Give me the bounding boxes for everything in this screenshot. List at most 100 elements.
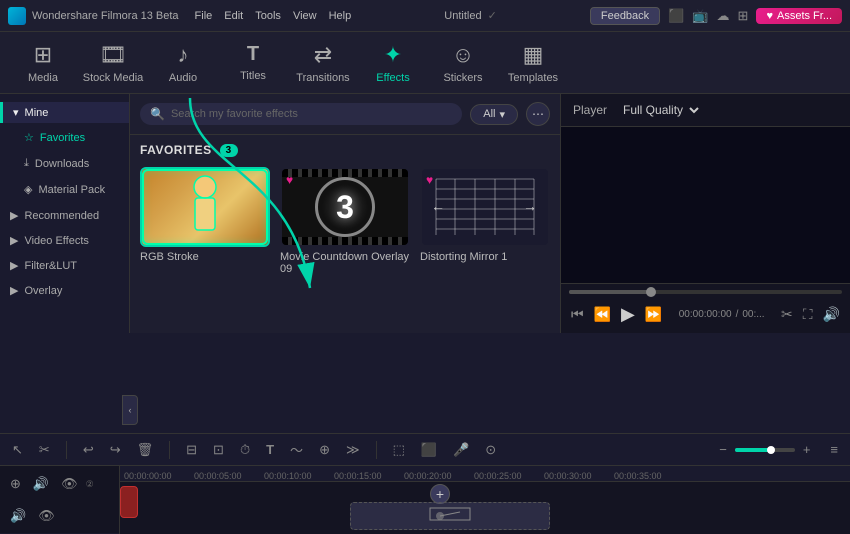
- tl-settings-icon[interactable]: ≡: [826, 440, 842, 459]
- sidebar-mine[interactable]: ▾ Mine: [0, 102, 129, 123]
- tl-snap-icon[interactable]: ⊕: [315, 440, 334, 460]
- effects-icon: ✦: [384, 42, 402, 68]
- effect-thumb-countdown[interactable]: 3 ♥: [280, 167, 410, 247]
- volume-icon[interactable]: 🔊: [821, 304, 842, 325]
- step-back-icon[interactable]: ⏪: [592, 304, 613, 325]
- sidebar-item-favorites[interactable]: ☆ Favorites: [4, 125, 125, 150]
- tl-clip-icon[interactable]: ⬛: [417, 440, 441, 460]
- collapse-sidebar-button[interactable]: ‹: [122, 395, 138, 425]
- track-vol-icon[interactable]: 🔊: [29, 474, 53, 494]
- tl-split-icon[interactable]: ⊟: [182, 440, 201, 460]
- menu-view[interactable]: View: [293, 10, 317, 22]
- left-controls: ⏮ ⏪ ▶ ⏩: [569, 302, 664, 327]
- app-logo: Wondershare Filmora 13 Beta: [8, 7, 179, 25]
- tl-curve-icon[interactable]: 〜: [286, 438, 307, 461]
- sidebar-mine-label: Mine: [25, 107, 49, 119]
- filter-button[interactable]: All ▾: [470, 104, 518, 125]
- sidebar-recommended[interactable]: ▶ Recommended: [0, 203, 129, 228]
- monitor-icon[interactable]: ⬛: [668, 8, 684, 24]
- timeline-content: ⊕ 🔊 👁 ② 🔊 👁 00:00:00:00 00:00:05:00 00:0…: [0, 466, 850, 534]
- feedback-button[interactable]: Feedback: [590, 7, 660, 25]
- tl-delete-icon[interactable]: 🗑: [133, 440, 158, 460]
- fullscreen-icon[interactable]: ⛶: [801, 304, 815, 325]
- play-icon[interactable]: ▶: [619, 302, 637, 327]
- distort-bg: ← → ♥: [422, 169, 548, 245]
- skip-back-icon[interactable]: ⏮: [569, 304, 586, 325]
- effect-thumb-distort[interactable]: ← → ♥: [420, 167, 550, 247]
- effect-label-distort: Distorting Mirror 1: [420, 251, 550, 263]
- menu-help[interactable]: Help: [329, 10, 352, 22]
- zoom-out-icon[interactable]: −: [715, 440, 731, 459]
- effect-card-countdown[interactable]: 3 ♥ Movie Countdown Overlay 09: [280, 167, 410, 275]
- cloud-icon[interactable]: ☁: [717, 8, 730, 24]
- toolbar-stock-label: Stock Media: [83, 72, 144, 84]
- ghost-clip[interactable]: [350, 502, 550, 530]
- tl-speed-icon[interactable]: ⏱: [236, 440, 254, 460]
- toolbar-templates[interactable]: ▦ Templates: [498, 35, 568, 91]
- menu-bar: File Edit Tools View Help: [195, 10, 352, 22]
- effect-card-rgb[interactable]: RGB Stroke: [140, 167, 270, 275]
- track-number: ②: [86, 479, 94, 490]
- menu-file[interactable]: File: [195, 10, 213, 22]
- filter-label: All: [483, 108, 495, 120]
- tl-redo-icon[interactable]: ↪: [106, 440, 125, 460]
- track2-eye-icon[interactable]: 👁: [34, 506, 59, 526]
- quality-select[interactable]: Full Quality Half Quality: [619, 102, 702, 118]
- templates-icon: ▦: [523, 42, 544, 68]
- tl-crop-icon[interactable]: ⊡: [209, 440, 228, 460]
- track-row-1: ⊕ 🔊 👁 ②: [6, 470, 113, 498]
- track-eye-icon[interactable]: 👁: [57, 474, 82, 494]
- timeline-tracks-label: ⊕ 🔊 👁 ② 🔊 👁: [0, 466, 120, 534]
- add-clip-button[interactable]: +: [430, 484, 450, 504]
- cast-icon[interactable]: 📺: [692, 8, 708, 24]
- toolbar-media[interactable]: ⊞ Media: [8, 35, 78, 91]
- progress-bar[interactable]: [569, 290, 842, 294]
- menu-tools[interactable]: Tools: [255, 10, 281, 22]
- search-input[interactable]: [171, 108, 452, 120]
- recommended-label: Recommended: [24, 210, 99, 222]
- sidebar-item-downloads[interactable]: ⤓ Downloads: [4, 151, 125, 176]
- tl-razor-icon[interactable]: ✂: [35, 440, 54, 460]
- menu-edit[interactable]: Edit: [224, 10, 243, 22]
- step-forward-icon[interactable]: ⏩: [643, 304, 664, 325]
- toolbar-stock[interactable]: 🎞 Stock Media: [78, 35, 148, 91]
- tl-record-icon[interactable]: ⊙: [481, 440, 500, 460]
- collapse-icon: ‹: [129, 405, 132, 415]
- ov-chevron: ▶: [10, 284, 18, 297]
- effect-card-distort[interactable]: ← → ♥ Distorting Mirror 1: [420, 167, 550, 275]
- search-icon: 🔍: [150, 107, 165, 121]
- toolbar-stickers-label: Stickers: [443, 72, 482, 84]
- tl-text-icon[interactable]: T: [262, 440, 278, 459]
- sidebar-video-effects[interactable]: ▶ Video Effects: [0, 228, 129, 253]
- svg-text:←: ←: [431, 198, 445, 214]
- right-controls: ✂ ⛶ 🔊: [779, 304, 842, 325]
- zoom-slider[interactable]: [735, 448, 795, 452]
- more-button[interactable]: ⋯: [526, 102, 550, 126]
- red-clip[interactable]: [120, 486, 138, 518]
- tl-more-icon[interactable]: ≫: [342, 440, 364, 460]
- tl-effects-panel-icon[interactable]: ⬚: [389, 440, 409, 460]
- grid-icon[interactable]: ⊞: [738, 8, 749, 24]
- zoom-dot: [767, 446, 775, 454]
- clip-icon[interactable]: ✂: [779, 304, 795, 325]
- toolbar-transitions[interactable]: ⇄ Transitions: [288, 35, 358, 91]
- ruler-mark-2: 00:00:10:00: [264, 471, 334, 481]
- countdown-bg: 3: [282, 169, 408, 245]
- effect-thumb-rgb[interactable]: [140, 167, 270, 247]
- sidebar-filter-lut[interactable]: ▶ Filter&LUT: [0, 253, 129, 278]
- toolbar-titles-label: Titles: [240, 70, 266, 82]
- track-add-icon[interactable]: ⊕: [6, 474, 25, 494]
- toolbar-stickers[interactable]: ☺ Stickers: [428, 35, 498, 91]
- sidebar-overlay[interactable]: ▶ Overlay: [0, 278, 129, 303]
- toolbar-titles[interactable]: T Titles: [218, 35, 288, 91]
- tl-mic-icon[interactable]: 🎤: [449, 440, 473, 460]
- tl-undo-icon[interactable]: ↩: [79, 440, 98, 460]
- tl-select-icon[interactable]: ↖: [8, 440, 27, 460]
- search-input-wrap[interactable]: 🔍: [140, 103, 462, 125]
- zoom-in-icon[interactable]: +: [799, 440, 815, 459]
- sidebar-item-material[interactable]: ◈ Material Pack: [4, 177, 125, 202]
- toolbar-audio[interactable]: ♪ Audio: [148, 35, 218, 91]
- toolbar-effects[interactable]: ✦ Effects: [358, 35, 428, 91]
- assets-button[interactable]: ♥ Assets Fr...: [756, 8, 842, 24]
- track2-vol-icon[interactable]: 🔊: [6, 506, 30, 526]
